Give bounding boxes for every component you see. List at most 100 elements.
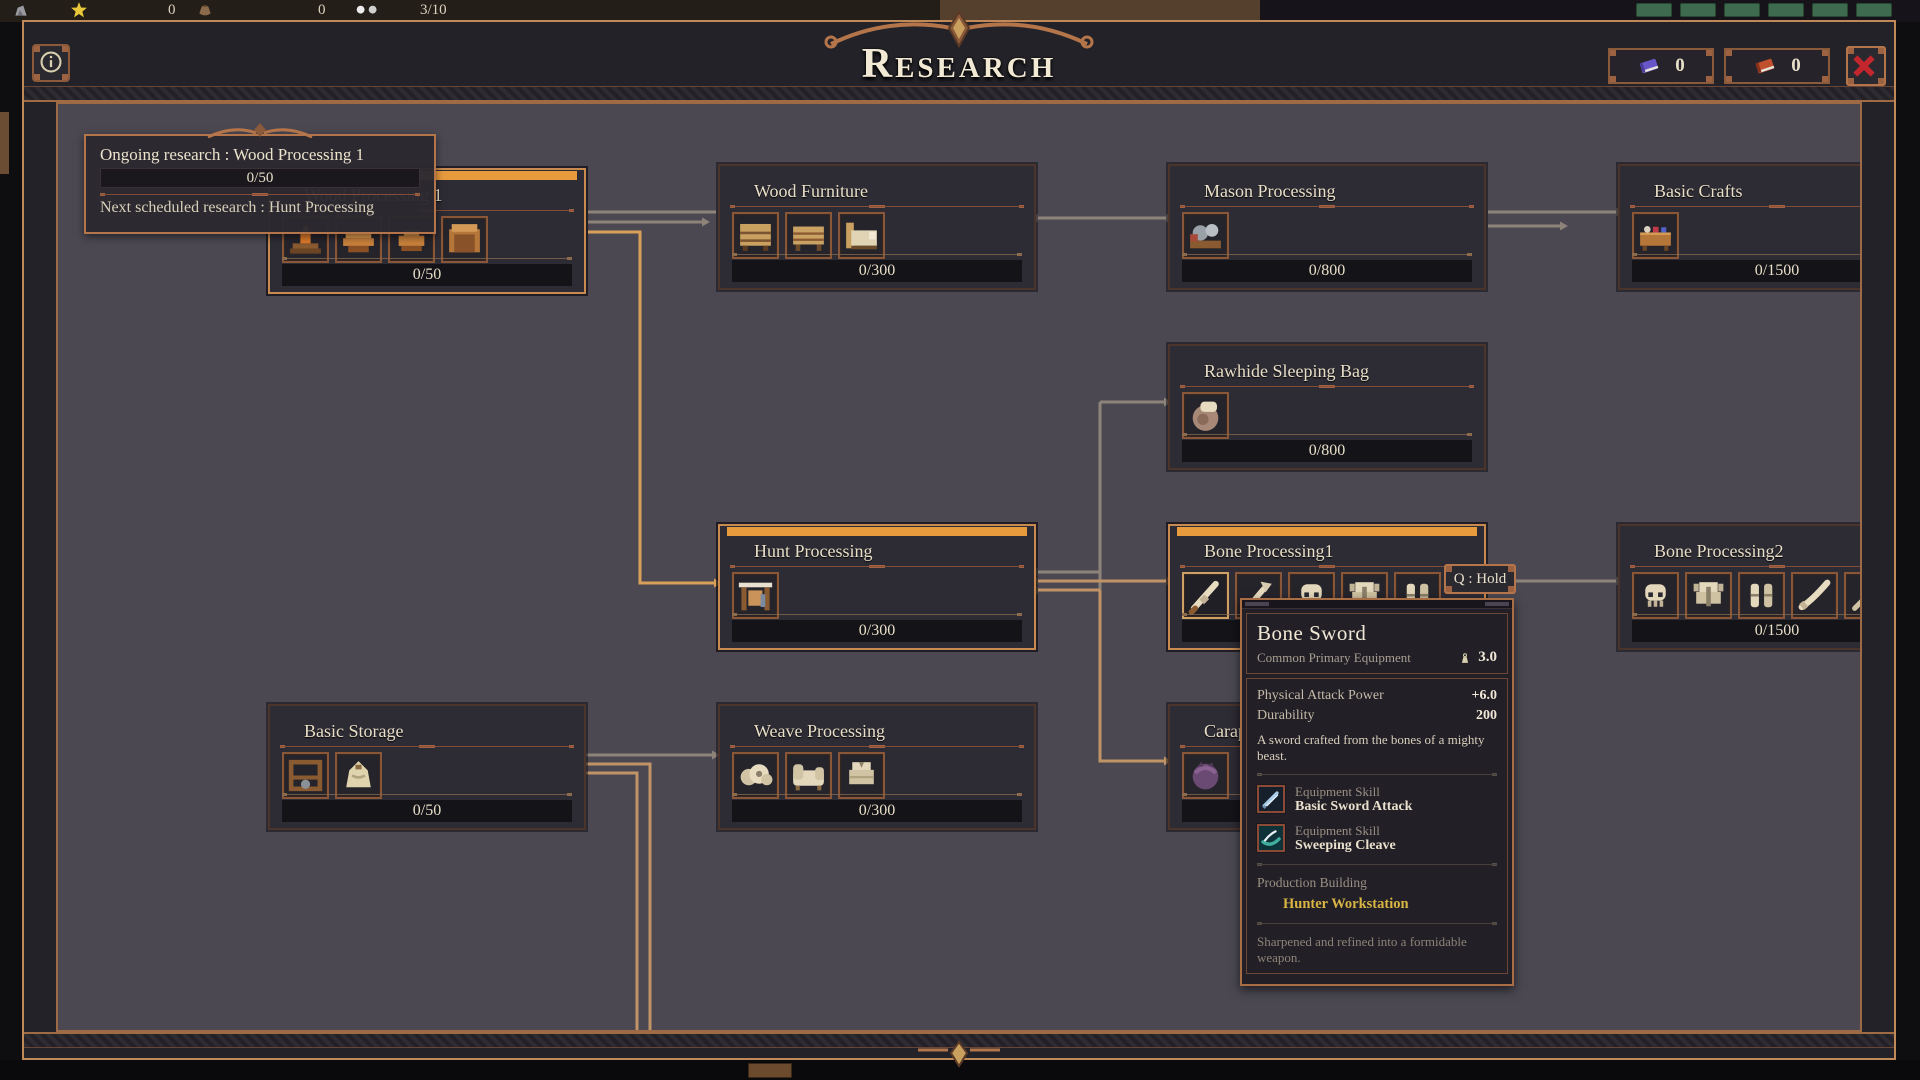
- node-title-divider: [730, 745, 1024, 748]
- item-rarity-type: Common Primary Equipment: [1257, 650, 1458, 666]
- node-item-icons: [732, 572, 779, 619]
- node-progress-divider: [1182, 433, 1472, 436]
- hud-count: 0: [318, 0, 326, 22]
- hud-button[interactable]: [1724, 3, 1760, 17]
- equipment-skill-row: Equipment Skill Basic Sword Attack: [1257, 785, 1497, 815]
- node-title: Hunt Processing: [754, 541, 873, 562]
- ongoing-research-progressbar: 0/50: [100, 168, 420, 188]
- item-icon-bed[interactable]: [838, 212, 885, 259]
- node-progress-divider: [732, 253, 1022, 256]
- sweep-arc-skill-icon: [1257, 824, 1285, 852]
- background-hud: 0 0 3/10: [0, 0, 1920, 22]
- research-node-basic-crafts[interactable]: Basic Crafts 0/1500: [1618, 164, 1862, 290]
- tooltip-header-strip: [1242, 600, 1512, 609]
- research-progress: 0/50: [282, 264, 572, 286]
- hud-button[interactable]: [1768, 3, 1804, 17]
- item-icon-sleeping-bag[interactable]: [1182, 392, 1229, 439]
- rock-icon: [12, 1, 30, 19]
- q-hold-badge: Q : Hold: [1444, 564, 1516, 594]
- research-points-basic-value: 0: [1675, 55, 1685, 77]
- node-item-icons: [1182, 392, 1229, 439]
- item-icon-bone-sword[interactable]: [1182, 572, 1229, 619]
- node-title: Basic Storage: [304, 721, 403, 742]
- node-progress-divider: [1182, 253, 1472, 256]
- skill-label: Equipment Skill: [1295, 824, 1396, 838]
- node-item-icons: [282, 752, 382, 799]
- stat-label: Durability: [1257, 706, 1476, 726]
- node-title: Bone Processing1: [1204, 541, 1334, 562]
- item-icon-carapace-shell[interactable]: [1182, 752, 1229, 799]
- blue-book-icon: [1637, 54, 1661, 78]
- node-progress-divider: [732, 793, 1022, 796]
- weight-icon: [1458, 651, 1472, 665]
- research-point-counters: 0 0: [1608, 46, 1886, 86]
- node-title-divider: [1180, 385, 1474, 388]
- item-icon-wooden-table[interactable]: [785, 212, 832, 259]
- item-icon-cloth-armor[interactable]: [838, 752, 885, 799]
- item-icon-hunter-workstation[interactable]: [732, 572, 779, 619]
- background-sign: [0, 112, 9, 174]
- node-progress-divider: [282, 257, 572, 260]
- item-icon-wool-roll[interactable]: [732, 752, 779, 799]
- research-progress: 0/300: [732, 800, 1022, 822]
- node-progress-divider: [732, 613, 1022, 616]
- item-icon-bone-boots[interactable]: [1738, 572, 1785, 619]
- item-icon-crafting-table[interactable]: [1632, 212, 1679, 259]
- item-name: Bone Sword: [1257, 621, 1497, 646]
- skill-name: Basic Sword Attack: [1295, 799, 1412, 815]
- node-title: Basic Crafts: [1654, 181, 1742, 202]
- node-title: Rawhide Sleeping Bag: [1204, 361, 1369, 382]
- skill-name: Sweeping Cleave: [1295, 838, 1396, 854]
- node-item-icons: [732, 752, 885, 799]
- research-node-weave-processing[interactable]: Weave Processing0/300: [718, 704, 1036, 830]
- node-title: Mason Processing: [1204, 181, 1336, 202]
- item-weight-value: 3.0: [1478, 649, 1497, 666]
- close-icon: [1848, 51, 1884, 81]
- node-progress-divider: [1632, 253, 1862, 256]
- star-icon: [70, 1, 88, 19]
- item-icon-bone-armor[interactable]: [1685, 572, 1732, 619]
- stat-row: Physical Attack Power +6.0: [1257, 686, 1497, 706]
- hud-button[interactable]: [1812, 3, 1848, 17]
- divider: [1257, 922, 1497, 925]
- next-research-label: Next scheduled research : Hunt Processin…: [100, 199, 420, 217]
- item-icon-bone-blade[interactable]: [1791, 572, 1838, 619]
- research-node-hunt-processing[interactable]: Hunt Processing0/300: [718, 524, 1036, 650]
- node-title-divider: [1630, 205, 1862, 208]
- research-node-mason-processing[interactable]: Mason Processing 0/800: [1168, 164, 1486, 290]
- hud-button[interactable]: [1856, 3, 1892, 17]
- stat-row: Durability 200: [1257, 706, 1497, 726]
- item-icon-bone-helmet[interactable]: [1632, 572, 1679, 619]
- item-icon-stone-mill[interactable]: [1182, 212, 1229, 259]
- item-icon-bone-spear[interactable]: [1844, 572, 1862, 619]
- item-icon-storage-sack[interactable]: [335, 752, 382, 799]
- close-button[interactable]: [1846, 46, 1886, 86]
- research-node-bone-processing-2[interactable]: Bone Processing20/1500: [1618, 524, 1862, 650]
- item-icon-dresser[interactable]: [732, 212, 779, 259]
- research-tree-canvas[interactable]: Wood Processing 10/50Wood Furniture0/300…: [56, 102, 1862, 1032]
- node-item-icons: [1632, 572, 1862, 619]
- research-points-advanced: 0: [1724, 48, 1830, 84]
- hud-button[interactable]: [1680, 3, 1716, 17]
- item-icon-storage-rack[interactable]: [282, 752, 329, 799]
- research-node-basic-storage[interactable]: Basic Storage 0/50: [268, 704, 586, 830]
- node-progress-divider: [282, 793, 572, 796]
- pouch-icon: [196, 1, 214, 19]
- tooltip-crest-ornament: [200, 121, 320, 139]
- research-progress: 0/1500: [1632, 260, 1862, 282]
- background-bottom: [0, 1060, 1920, 1080]
- stat-value: +6.0: [1472, 686, 1497, 706]
- node-title: Bone Processing2: [1654, 541, 1784, 562]
- research-progress: 0/50: [282, 800, 572, 822]
- research-node-rawhide-sleeping-bag[interactable]: Rawhide Sleeping Bag 0/800: [1168, 344, 1486, 470]
- item-tooltip: Bone Sword Common Primary Equipment 3.0 …: [1240, 598, 1514, 986]
- item-icon-wood-structure[interactable]: [441, 216, 488, 263]
- background-scene: [940, 0, 1260, 22]
- hud-button[interactable]: [1636, 3, 1672, 17]
- research-progress: 0/800: [1182, 260, 1472, 282]
- background-crate: [748, 1063, 792, 1078]
- research-progress: 0/800: [1182, 440, 1472, 462]
- research-node-wood-furniture[interactable]: Wood Furniture0/300: [718, 164, 1036, 290]
- item-icon-cushion[interactable]: [785, 752, 832, 799]
- research-points-basic: 0: [1608, 48, 1714, 84]
